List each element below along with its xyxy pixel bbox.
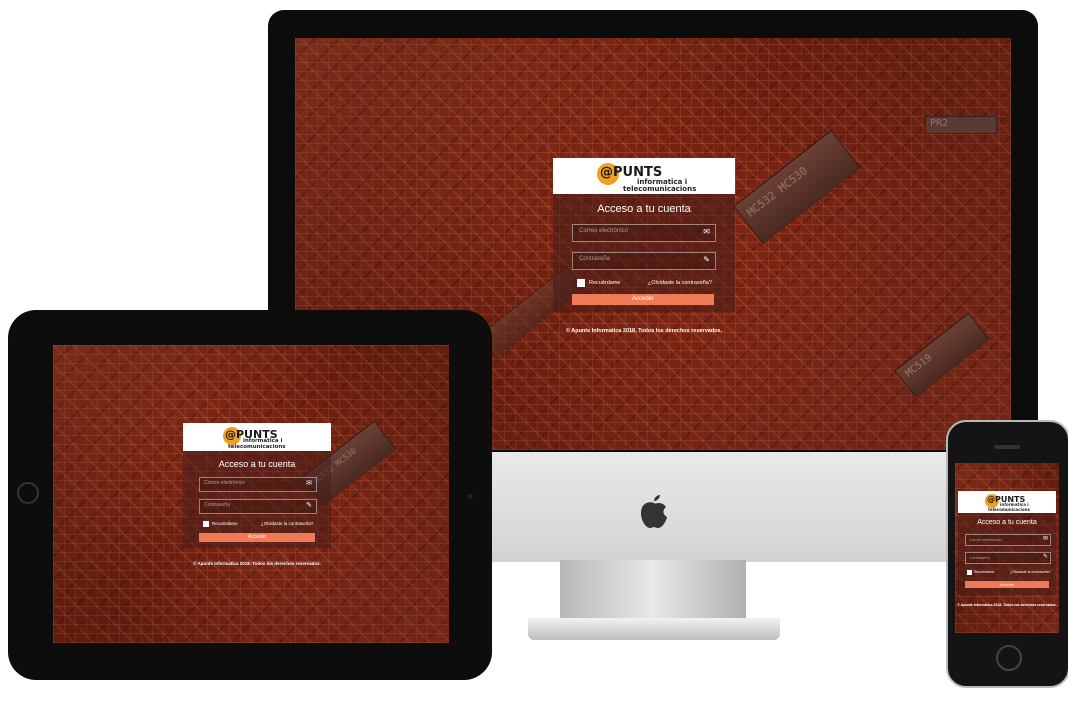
pencil-icon: ✎ [306, 502, 312, 509]
logo-strip: @PUNTS informatica i telecomunicacions [958, 491, 1056, 513]
remember-label: Recuérdame [212, 521, 238, 526]
login-title: Acceso a tu cuenta [977, 519, 1037, 526]
envelope-icon: ✉ [306, 480, 312, 487]
email-field[interactable]: Correo electrónico ✉ [572, 224, 716, 242]
password-field[interactable]: Contraseña ✎ [572, 252, 716, 270]
apple-logo-icon [641, 495, 667, 528]
pencil-icon: ✎ [1042, 554, 1048, 560]
logo-sub-text-2: telecomunicacions [623, 185, 697, 193]
copyright-footer: © Apunts Informatica 2018. Todos los der… [193, 561, 321, 566]
pencil-icon: ✎ [703, 255, 710, 264]
ipad-screen: MC532 MC530 @PUNTS informatica i telecom… [53, 345, 449, 643]
logo-sub-text-2: telecomunicacions [988, 507, 1030, 512]
email-field[interactable]: Correo electrónico ✉ [199, 477, 317, 492]
password-placeholder: Contraseña [969, 555, 990, 560]
email-placeholder: Correo electrónico [969, 537, 1002, 542]
password-placeholder: Contraseña [579, 256, 611, 262]
ipad-home-button [17, 482, 39, 504]
forgot-password-link[interactable]: ¿Olvidaste la contraseña? [648, 280, 712, 286]
iphone-home-button [996, 645, 1022, 671]
iphone-screen: @PUNTS informatica i telecomunicacions A… [955, 463, 1059, 633]
remember-checkbox[interactable] [203, 521, 209, 527]
password-field[interactable]: Contraseña ✎ [199, 499, 317, 514]
login-title: Acceso a tu cuenta [218, 459, 296, 469]
email-field[interactable]: Correo electrónico ✉ [965, 534, 1051, 546]
envelope-icon: ✉ [703, 227, 710, 236]
submit-button[interactable]: Acceder [965, 581, 1049, 588]
password-placeholder: Contraseña [204, 502, 230, 508]
envelope-icon: ✉ [1042, 536, 1048, 542]
iphone-speaker [994, 445, 1020, 449]
copyright-footer: © Apunts Informatica 2018. Todos los der… [565, 328, 723, 334]
submit-button[interactable]: Acceder [572, 294, 714, 305]
remember-checkbox[interactable] [577, 279, 585, 287]
imac-stand-foot [528, 618, 780, 640]
logo-strip: @PUNTS informatica i telecomunicacions [553, 158, 735, 194]
forgot-password-link[interactable]: ¿Olvidaste la contraseña? [1010, 570, 1051, 574]
remember-label: Recuérdame [589, 280, 621, 286]
login-card: @PUNTS informatica i telecomunicacions A… [183, 423, 331, 548]
forgot-password-link[interactable]: ¿Olvidaste la contraseña? [261, 521, 313, 526]
password-field[interactable]: Contraseña ✎ [965, 552, 1051, 564]
email-placeholder: Correo electrónico [579, 228, 629, 234]
login-card: @PUNTS informatica i telecomunicacions A… [958, 491, 1056, 595]
email-placeholder: Correo electrónico [204, 480, 245, 486]
imac-stand-neck [560, 560, 746, 622]
login-title: Acceso a tu cuenta [597, 203, 691, 215]
logo-sub-text-2: telecomunicacions [228, 444, 286, 450]
remember-checkbox[interactable] [967, 570, 972, 575]
ipad-camera [468, 494, 473, 499]
login-card: @PUNTS informatica i telecomunicacions A… [553, 158, 735, 312]
remember-label: Recuérdame [974, 570, 995, 574]
submit-button[interactable]: Acceder [199, 533, 315, 542]
logo-strip: @PUNTS informatica i telecomunicacions [183, 423, 331, 451]
copyright-footer: © Apunts Informatica 2018. Todos los der… [957, 603, 1057, 607]
